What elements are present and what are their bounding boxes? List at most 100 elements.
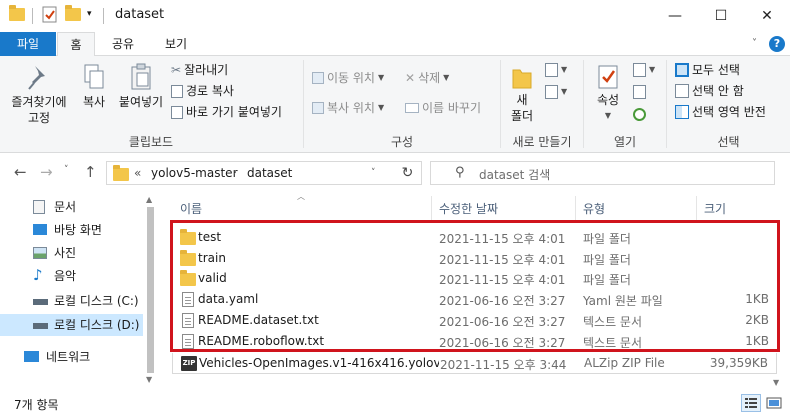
expand-ribbon-icon[interactable]: ˅ (752, 38, 757, 49)
navigation-bar: ← → ˅ ↑ « yolov5-master › dataset ˅ ↻ ⚲ … (0, 153, 790, 193)
tab-view[interactable]: 보기 (153, 32, 199, 56)
minimize-button[interactable]: — (652, 0, 698, 32)
invert-selection-button[interactable]: 선택 영역 반전 (675, 102, 766, 122)
nav-item-label: 문서 (54, 200, 77, 214)
network-icon (24, 351, 39, 362)
rename-button[interactable]: 이름 바꾸기 (405, 98, 481, 118)
large-icons-view-button[interactable] (764, 394, 784, 412)
nav-item-label: 사진 (54, 246, 77, 260)
copy-to-label: 복사 위치 (327, 101, 375, 115)
search-placeholder: dataset 검색 (479, 168, 551, 182)
up-arrow-icon[interactable]: ↑ (84, 163, 97, 181)
back-arrow-icon[interactable]: ← (14, 163, 27, 181)
nav-item-pictures[interactable]: 사진 (0, 242, 143, 264)
maximize-button[interactable]: ☐ (698, 0, 744, 32)
file-row[interactable]: train 2021-11-15 오후 4:01 파일 폴더 (172, 248, 777, 269)
new-item-icon (545, 63, 558, 77)
file-row[interactable]: README.dataset.txt 2021-06-16 오전 3:27 텍스… (172, 310, 777, 331)
delete-button[interactable]: ✕ 삭제 ▼ (405, 68, 449, 88)
file-type: 파일 폴더 (583, 232, 631, 246)
column-divider[interactable] (431, 196, 432, 220)
column-name[interactable]: 이름 (180, 200, 202, 217)
properties-quick-icon[interactable] (42, 6, 58, 27)
easy-access-button[interactable]: ▼ (545, 82, 567, 102)
file-row[interactable]: data.yaml 2021-06-16 오전 3:27 Yaml 원본 파일 … (172, 289, 777, 310)
select-all-label: 모두 선택 (692, 63, 740, 77)
select-none-button[interactable]: 선택 안 함 (675, 81, 744, 101)
tab-file[interactable]: 파일 (0, 32, 56, 56)
history-button[interactable] (633, 104, 646, 124)
edit-icon (633, 85, 646, 99)
column-date[interactable]: 수정한 날짜 (439, 200, 498, 217)
file-name: Vehicles-OpenImages.v1-416x416.yolov... (199, 356, 439, 370)
customize-quick-access-icon[interactable]: ▾ (87, 9, 92, 19)
file-name: README.dataset.txt (198, 313, 319, 327)
file-type: ALZip ZIP File (584, 356, 665, 370)
new-folder-button[interactable]: 새 폴더 (505, 62, 539, 124)
select-all-button[interactable]: 모두 선택 (675, 60, 740, 80)
folder-icon (180, 250, 196, 266)
chevron-down-icon: ▼ (561, 87, 568, 96)
scrollbar-thumb[interactable] (147, 207, 154, 373)
chevron-down-icon[interactable]: ˅ (371, 168, 376, 178)
close-button[interactable]: ✕ (744, 0, 790, 32)
cut-button[interactable]: ✂ 잘라내기 (171, 60, 228, 80)
easy-access-icon (545, 85, 558, 99)
navigation-pane: 문서 바탕 화면 사진 ♪ 음악 로컬 디스크 (C:) 로컬 디스크 (D:)… (0, 193, 143, 389)
text-file-icon (180, 313, 194, 328)
file-type: 파일 폴더 (583, 273, 631, 287)
column-size[interactable]: 크기 (704, 200, 726, 217)
documents-icon (33, 200, 45, 214)
scroll-up-icon[interactable]: ▲ (146, 195, 152, 204)
nav-item-documents[interactable]: 문서 (0, 196, 143, 218)
details-view-button[interactable] (741, 394, 761, 412)
column-divider[interactable] (575, 196, 576, 220)
nav-item-network[interactable]: 네트워크 (0, 346, 143, 368)
file-row[interactable]: ZIP Vehicles-OpenImages.v1-416x416.yolov… (172, 353, 777, 374)
tab-share[interactable]: 공유 (102, 32, 144, 56)
nav-item-drive-c[interactable]: 로컬 디스크 (C:) (0, 290, 143, 312)
column-divider[interactable] (696, 196, 697, 220)
file-row[interactable]: valid 2021-11-15 오후 4:01 파일 폴더 (172, 268, 777, 289)
properties-button[interactable]: 속성 ▼ (588, 62, 628, 124)
copy-path-label: 경로 복사 (186, 84, 234, 98)
refresh-button[interactable]: ↻ (394, 161, 422, 185)
copy-path-button[interactable]: 경로 복사 (171, 81, 234, 101)
music-icon: ♪ (33, 266, 43, 284)
copy-button[interactable]: 복사 (74, 62, 114, 110)
forward-arrow-icon[interactable]: → (40, 163, 53, 181)
new-folder-quick-icon[interactable] (65, 5, 81, 21)
breadcrumb-overflow[interactable]: « (134, 166, 141, 180)
scroll-down-icon[interactable]: ▼ (773, 378, 779, 387)
tab-home[interactable]: 홈 (57, 32, 95, 57)
edit-button[interactable] (633, 82, 646, 102)
open-button[interactable]: ▼ (633, 60, 655, 80)
file-row[interactable]: test 2021-11-15 오후 4:01 파일 폴더 (172, 227, 777, 248)
file-date: 2021-06-16 오전 3:27 (439, 336, 566, 350)
copy-to-button[interactable]: 복사 위치 ▼ (312, 98, 384, 118)
column-type[interactable]: 유형 (583, 200, 605, 217)
nav-item-music[interactable]: ♪ 음악 (0, 265, 143, 287)
recent-locations-icon[interactable]: ˅ (64, 165, 69, 175)
nav-item-desktop[interactable]: 바탕 화면 (0, 219, 143, 241)
move-to-button[interactable]: 이동 위치 ▼ (312, 68, 384, 88)
file-name: train (198, 251, 226, 265)
select-all-icon (675, 63, 689, 77)
breadcrumb-item[interactable]: yolov5-master (151, 166, 238, 180)
scroll-down-icon[interactable]: ▼ (146, 375, 152, 384)
nav-item-drive-d[interactable]: 로컬 디스크 (D:) (0, 314, 143, 336)
search-box[interactable]: ⚲ dataset 검색 (430, 161, 775, 185)
address-bar[interactable]: « yolov5-master › dataset ˅ (106, 161, 422, 185)
nav-pane-scrollbar[interactable]: ▲ ▼ (143, 193, 157, 389)
status-bar: 7개 항목 (0, 389, 790, 416)
breadcrumb-item[interactable]: dataset (247, 166, 292, 180)
paste-shortcut-button[interactable]: 바로 가기 붙여넣기 (171, 102, 282, 122)
paste-button[interactable]: 붙여넣기 (116, 62, 166, 110)
pin-to-quick-access-button[interactable]: 즐겨찾기에 고정 (6, 62, 72, 126)
new-item-button[interactable]: ▼ (545, 60, 567, 80)
chevron-right-icon[interactable]: › (233, 168, 237, 178)
select-none-label: 선택 안 함 (692, 84, 744, 98)
help-icon[interactable]: ? (769, 36, 785, 52)
scissors-icon: ✂ (171, 63, 182, 77)
file-row[interactable]: README.roboflow.txt 2021-06-16 오전 3:27 텍… (172, 331, 777, 352)
